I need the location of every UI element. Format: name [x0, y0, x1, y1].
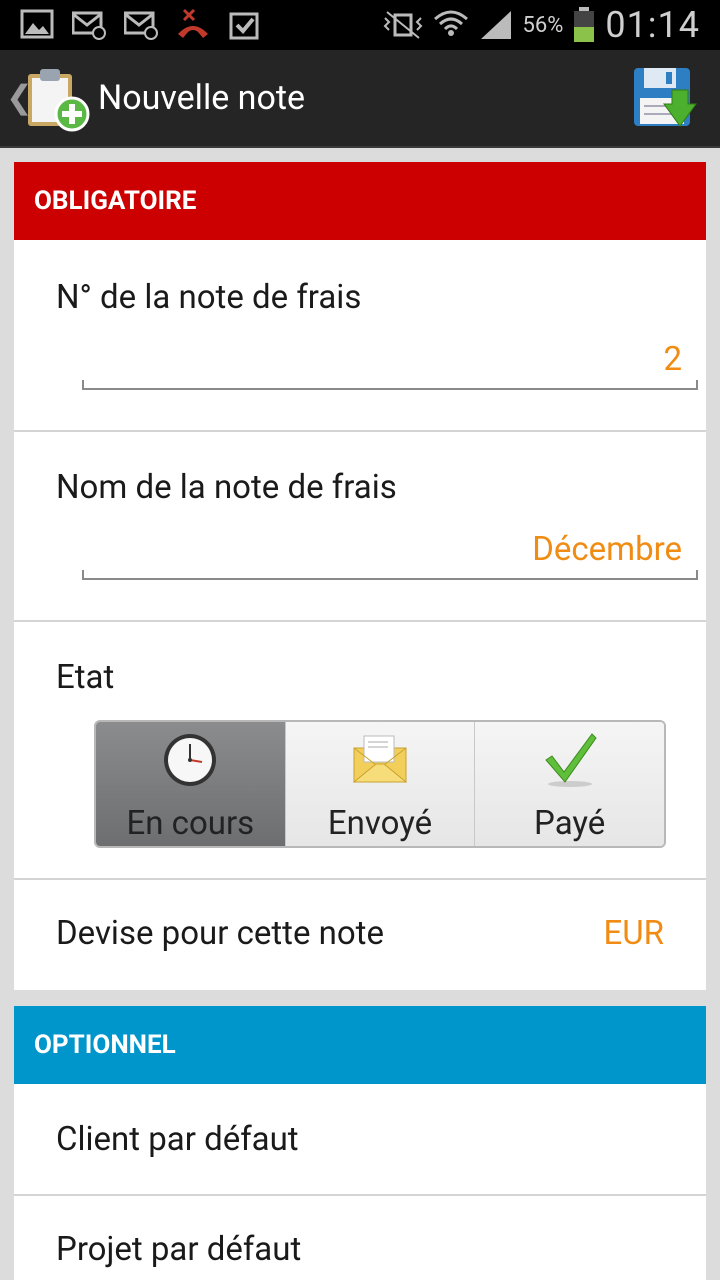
- note-name-label: Nom de la note de frais: [56, 468, 397, 507]
- state-segmented-control[interactable]: En cours Envoyé Payé: [94, 720, 666, 848]
- currency-row[interactable]: Devise pour cette note EUR: [14, 880, 706, 990]
- default-project-label: Projet par défaut: [56, 1230, 302, 1269]
- optional-fields-card: Client par défaut Projet par défaut: [14, 1084, 706, 1280]
- system-indicators: 56% 01:14: [383, 0, 701, 50]
- floppy-save-icon[interactable]: [632, 64, 698, 130]
- section-header-required: OBLIGATOIRE: [14, 162, 706, 240]
- email-icon: [72, 11, 106, 40]
- default-client-row[interactable]: Client par défaut: [14, 1084, 706, 1194]
- page-title: Nouvelle note: [98, 78, 305, 118]
- note-number-row[interactable]: N° de la note de frais 2: [14, 240, 706, 430]
- currency-value[interactable]: EUR: [604, 914, 665, 953]
- state-option-label: En cours: [126, 804, 255, 843]
- battery-icon: [574, 7, 595, 42]
- notification-icons: [20, 8, 262, 40]
- note-number-label: N° de la note de frais: [56, 278, 362, 317]
- note-name-row[interactable]: Nom de la note de frais Décembre: [14, 432, 706, 620]
- vibrate-icon: [383, 11, 422, 39]
- checkmark-icon: [544, 733, 597, 787]
- envelope-icon: [352, 735, 408, 783]
- state-option-label: Payé: [534, 804, 606, 843]
- status-bar: 56% 01:14: [0, 0, 720, 50]
- wifi-icon: [433, 10, 468, 36]
- state-label: Etat: [56, 658, 115, 697]
- state-option-in-progress[interactable]: En cours: [96, 722, 285, 846]
- note-number-input[interactable]: 2: [663, 340, 682, 379]
- state-option-paid[interactable]: Payé: [474, 722, 664, 846]
- battery-percent: 56%: [522, 12, 564, 38]
- clock-time: 01:14: [605, 4, 700, 46]
- default-project-row[interactable]: Projet par défaut: [14, 1196, 706, 1280]
- signal-icon: [480, 11, 511, 39]
- section-header-optional: OPTIONNEL: [14, 1006, 706, 1084]
- state-option-label: Envoyé: [327, 804, 433, 843]
- task-check-icon: [229, 12, 259, 40]
- note-name-input[interactable]: Décembre: [532, 530, 682, 569]
- image-icon: [20, 9, 54, 39]
- action-bar: ❮ Nouvelle note: [0, 50, 720, 148]
- state-option-sent[interactable]: Envoyé: [284, 722, 475, 846]
- currency-label: Devise pour cette note: [56, 914, 384, 953]
- email-icon: [124, 11, 158, 40]
- note-number-underline: [82, 380, 698, 390]
- note-name-underline: [82, 570, 698, 580]
- default-client-label: Client par défaut: [56, 1120, 299, 1159]
- clipboard-add-icon[interactable]: [22, 64, 90, 132]
- required-fields-card: N° de la note de frais 2 Nom de la note …: [14, 240, 706, 990]
- missed-call-icon: [178, 8, 208, 38]
- clock-icon: [164, 734, 217, 786]
